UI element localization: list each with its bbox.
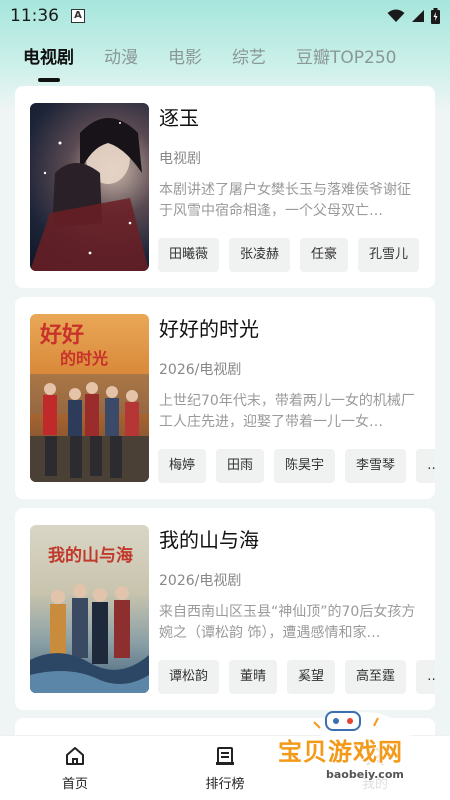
tab-tv-series[interactable]: 电视剧 (23, 42, 74, 74)
home-icon (66, 746, 84, 765)
poster-art: 好好 的时光 (30, 322, 149, 482)
status-bar: 11:36 A (0, 0, 450, 32)
category-tabs: 电视剧 动漫 电影 综艺 豆瓣TOP250 (0, 36, 450, 80)
tab-movie[interactable]: 电影 (168, 42, 202, 74)
status-time: 11:36 (10, 6, 59, 26)
poster-image[interactable]: 我的山与海 (30, 525, 149, 693)
watermark-url: baobeiy.com (326, 768, 404, 781)
cast-tag[interactable]: 田曦薇 (158, 238, 220, 272)
watermark: 宝贝游戏网 baobeiy.com (278, 706, 450, 800)
svg-text:好好: 好好 (39, 322, 84, 348)
drama-description: 本剧讲述了屠户女樊长玉与落难侯爷谢征于风雪中宿命相逢，一个父母双亡… (159, 182, 411, 219)
drama-card[interactable]: 逐玉 电视剧 本剧讲述了屠户女樊长玉与落难侯爷谢征于风雪中宿命相逢，一个父母双亡… (15, 86, 435, 288)
wifi-icon (387, 9, 405, 22)
cast-tag[interactable]: 任豪 (300, 238, 349, 272)
cast-tag[interactable]: 陈昊宇 (274, 449, 336, 483)
drama-meta: 2026/电视剧 (159, 573, 242, 589)
cast-tag[interactable]: 田雨 (216, 449, 265, 483)
cast-tag[interactable]: 梅婷 (158, 449, 207, 483)
notification-icon: A (71, 9, 85, 23)
poster-image[interactable]: 好好 的时光 (30, 314, 149, 482)
drama-description: 来自西南山区玉县“神仙顶”的70后女孩方婉之（谭松韵 饰），遭遇感情和家… (159, 604, 416, 641)
nav-home[interactable]: 首页 (0, 745, 150, 792)
tab-variety[interactable]: 综艺 (232, 42, 266, 74)
poster-image[interactable] (30, 103, 149, 271)
drama-card[interactable]: 好好 的时光 好好的时光 2026/电视剧 上世纪70年代末，带着两儿一女的机械… (15, 297, 435, 499)
cast-tags: 梅婷 田雨 陈昊宇 李雪琴 … (158, 449, 435, 483)
ranking-icon (216, 746, 234, 765)
cast-tags: 谭松韵 董晴 奚望 高至霆 … (158, 660, 435, 694)
poster-art (30, 118, 149, 271)
cast-tag[interactable]: … (416, 449, 435, 483)
tab-douban-top250[interactable]: 豆瓣TOP250 (296, 42, 396, 74)
cast-tag[interactable]: 高至霆 (345, 660, 407, 694)
tab-anime[interactable]: 动漫 (104, 42, 138, 74)
cast-tag[interactable]: 董晴 (229, 660, 278, 694)
cast-tag[interactable]: 谭松韵 (158, 660, 220, 694)
drama-title: 逐玉 (159, 106, 199, 130)
nav-home-label: 首页 (61, 776, 88, 792)
nav-ranking-label: 排行榜 (205, 776, 245, 792)
signal-icon (412, 10, 424, 22)
drama-title: 我的山与海 (159, 528, 259, 552)
drama-card[interactable]: 我的山与海 我的山与海 2026/电视剧 来自西南山区玉县“神仙顶”的70后女孩… (15, 508, 435, 710)
cast-tags: 田曦薇 张凌赫 任豪 孔雪儿 (158, 238, 435, 272)
drama-description: 上世纪70年代末，带着两儿一女的机械厂工人庄先进，迎娶了带着一儿一女… (159, 393, 415, 430)
cast-tag[interactable]: … (416, 660, 435, 694)
battery-icon (431, 8, 440, 24)
cast-tag[interactable]: 孔雪儿 (358, 238, 420, 272)
watermark-text: 宝贝游戏网 (278, 738, 403, 766)
poster-art: 我的山与海 (30, 545, 149, 693)
svg-text:的时光: 的时光 (60, 349, 108, 368)
drama-meta: 2026/电视剧 (159, 362, 242, 378)
cast-tag[interactable]: 李雪琴 (345, 449, 407, 483)
drama-meta: 电视剧 (159, 151, 201, 167)
svg-text:我的山与海: 我的山与海 (48, 545, 133, 566)
cast-tag[interactable]: 奚望 (287, 660, 336, 694)
cast-tag[interactable]: 张凌赫 (229, 238, 291, 272)
drama-title: 好好的时光 (159, 317, 259, 341)
